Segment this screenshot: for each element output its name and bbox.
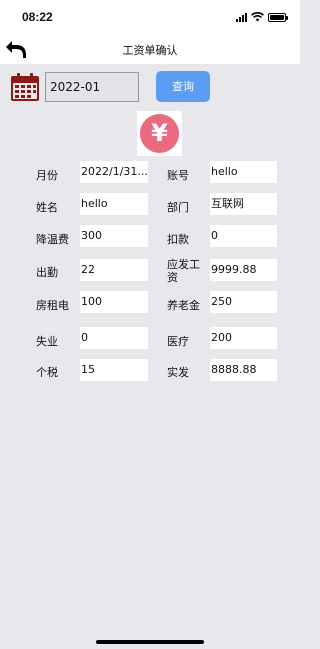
- status-icons: [236, 12, 288, 22]
- tax-label: 个税: [36, 366, 58, 379]
- wifi-icon: [251, 12, 264, 22]
- calendar-icon[interactable]: [10, 72, 40, 102]
- month-value: 2022/1/31...: [80, 161, 148, 183]
- name-label: 姓名: [36, 201, 58, 214]
- cellular-signal-icon: [236, 12, 247, 22]
- dept-label: 部门: [167, 201, 189, 214]
- month-label: 月份: [36, 169, 58, 182]
- gross-label: 应发工资: [167, 258, 200, 284]
- main-content: 2022-01 查询 ¥ 月份 2022/1/31... 账号 hello 姓名…: [0, 64, 300, 649]
- medical-label: 医疗: [167, 335, 189, 348]
- unemployment-label: 失业: [36, 335, 58, 348]
- query-button[interactable]: 查询: [156, 71, 210, 102]
- status-time: 08:22: [22, 10, 53, 24]
- account-value: hello: [210, 161, 277, 183]
- net-pay-label: 实发: [167, 366, 189, 379]
- cooling-value: 300: [80, 225, 148, 247]
- attendance-value: 22: [80, 259, 148, 281]
- home-indicator[interactable]: [96, 640, 204, 644]
- pension-label: 养老金: [167, 299, 200, 312]
- rent-label: 房租电: [36, 299, 69, 312]
- dept-value: 互联网: [210, 193, 277, 215]
- deduction-label: 扣款: [167, 233, 189, 246]
- medical-value: 200: [210, 327, 277, 349]
- month-input[interactable]: 2022-01: [45, 72, 139, 102]
- net-pay-value: 8888.88: [210, 359, 277, 381]
- tax-value: 15: [80, 359, 148, 381]
- nav-bar: 工资单确认: [0, 34, 300, 64]
- yen-icon: ¥: [140, 114, 179, 153]
- unemployment-value: 0: [80, 327, 148, 349]
- battery-icon: [268, 12, 288, 22]
- cooling-label: 降温费: [36, 233, 69, 246]
- account-label: 账号: [167, 169, 189, 182]
- deduction-value: 0: [210, 225, 277, 247]
- name-value: hello: [80, 193, 148, 215]
- page-title: 工资单确认: [122, 44, 178, 57]
- yen-badge: ¥: [137, 111, 182, 156]
- rent-value: 100: [80, 291, 148, 313]
- attendance-label: 出勤: [36, 266, 58, 279]
- gross-value: 9999.88: [210, 259, 277, 281]
- status-bar: 08:22: [0, 0, 300, 34]
- pension-value: 250: [210, 291, 277, 313]
